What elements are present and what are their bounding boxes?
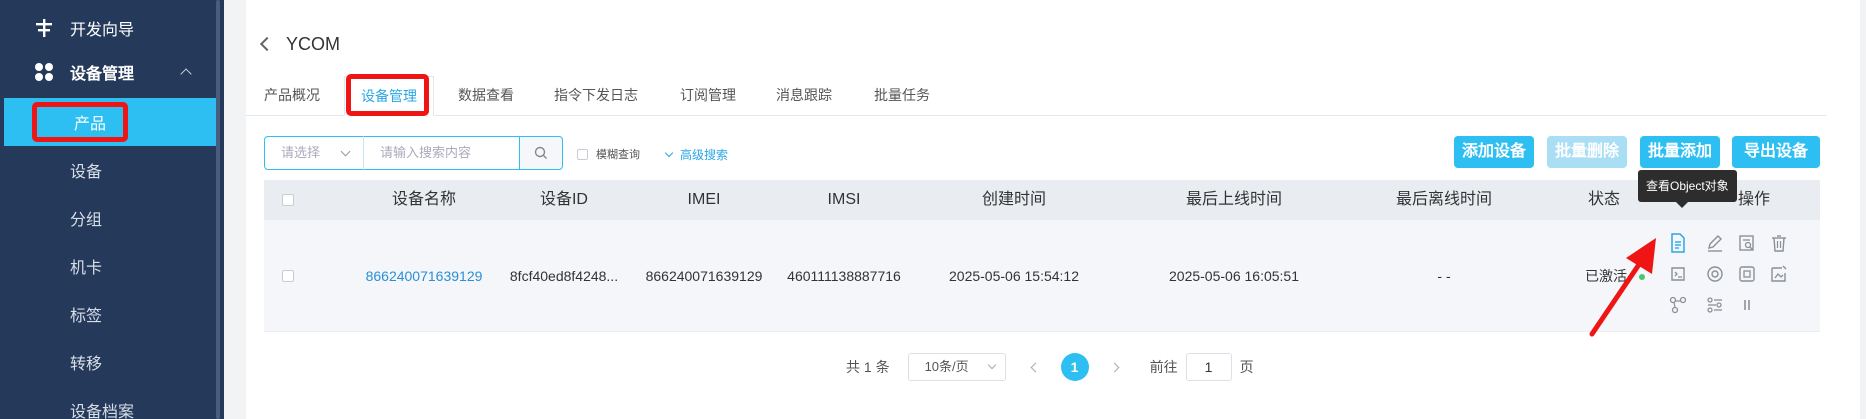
annotation-arrow (1589, 238, 1656, 337)
pause-icon[interactable] (1736, 294, 1758, 316)
tab-product-overview[interactable]: 产品概况 (264, 76, 320, 116)
tab-subscription[interactable]: 订阅管理 (680, 76, 736, 116)
highlight-device-tab (346, 74, 429, 116)
fuzzy-checkbox[interactable] (577, 148, 588, 160)
tab-data-view[interactable]: 数据查看 (458, 76, 514, 116)
chevron-down-icon (987, 360, 996, 370)
topology-icon[interactable] (1667, 294, 1689, 316)
sidebar-item-transfer[interactable]: 转移 (0, 338, 216, 386)
filter-options-icon[interactable] (1704, 294, 1726, 316)
chevron-up-icon (180, 68, 192, 80)
col-device-name: 设备名称 (391, 191, 456, 208)
page-size-select[interactable]: 10条/页 (907, 353, 1006, 381)
page-header: YCOM (256, 30, 340, 58)
prev-page-icon[interactable] (1030, 362, 1041, 372)
tab-message-trace[interactable]: 消息跟踪 (776, 76, 832, 116)
chevron-down-icon (664, 148, 674, 157)
nav-sub-label: 设备 (70, 164, 103, 181)
nav-sub-label: 机卡 (70, 260, 103, 277)
select-placeholder: 请选择 (281, 145, 321, 160)
data-icon[interactable] (1736, 263, 1758, 285)
device-last-offline: - - (1437, 268, 1451, 284)
search-input[interactable]: 请输入搜索内容 (363, 136, 520, 170)
select-all-checkbox[interactable] (282, 194, 294, 206)
search-icon (534, 146, 547, 159)
tooltip-text: 查看Object对象 (1646, 179, 1729, 193)
page-number-current[interactable]: 1 (1060, 353, 1089, 381)
tab-bar: 产品概况 设备管理 数据查看 指令下发日志 订阅管理 消息跟踪 批量任务 (246, 76, 1826, 116)
device-imsi: 460111138887716 (787, 268, 901, 284)
next-page-icon[interactable] (1109, 362, 1120, 372)
main-panel: YCOM 产品概况 设备管理 数据查看 指令下发日志 订阅管理 消息跟踪 批量任… (246, 0, 1866, 419)
table-header: 设备名称 设备ID IMEI IMSI 创建时间 最后上线时间 最后离线时间 状… (264, 180, 1820, 220)
advanced-search-link[interactable]: 高级搜索 (664, 146, 729, 163)
grid-icon (32, 60, 56, 84)
pagination: 共 1 条 10条/页 1 前往 1 页 (846, 352, 1254, 382)
delete-icon[interactable] (1768, 232, 1790, 254)
total-count: 共 1 条 (846, 359, 890, 375)
sidebar-item-group[interactable]: 分组 (0, 194, 216, 242)
nav-label: 开发向导 (70, 22, 135, 39)
col-status: 状态 (1587, 191, 1620, 208)
device-name-link[interactable]: 866240071639129 (344, 220, 504, 332)
goto-label: 前往 (1149, 359, 1178, 375)
nav-sub-label: 设备档案 (70, 404, 135, 419)
add-device-button[interactable]: 添加设备 (1454, 136, 1534, 168)
row-checkbox[interactable] (282, 270, 294, 282)
col-last-offline: 最后离线时间 (1395, 191, 1492, 208)
fuzzy-label: 模糊查询 (596, 149, 640, 161)
col-imei: IMEI (687, 191, 721, 208)
image-edit-icon[interactable] (1768, 263, 1790, 285)
device-last-online: 2025-05-06 16:05:51 (1169, 268, 1299, 284)
tab-command-log[interactable]: 指令下发日志 (554, 76, 638, 116)
nav-device-management[interactable]: 设备管理 (0, 52, 216, 92)
page-title: YCOM (286, 33, 340, 54)
sidebar: 开发向导 设备管理 产品 设备 分组 机卡 标签 转移 设备档案 (0, 0, 224, 419)
chevron-down-icon (340, 146, 351, 157)
filter-select[interactable]: 请选择 (264, 136, 364, 170)
page-size-value: 10条/页 (924, 359, 969, 374)
search-placeholder: 请输入搜索内容 (380, 145, 472, 160)
highlight-product (32, 102, 128, 142)
sliders-icon (32, 16, 56, 40)
settings-icon[interactable] (1704, 263, 1726, 285)
fuzzy-search-toggle[interactable]: 模糊查询 (577, 146, 640, 162)
nav-dev-guide[interactable]: 开发向导 (0, 8, 216, 48)
nav-sub-label: 转移 (70, 356, 103, 373)
nav-sub-label: 标签 (70, 308, 103, 325)
command-list-icon[interactable] (1667, 263, 1689, 285)
sidebar-item-device-archive[interactable]: 设备档案 (0, 386, 216, 419)
nav-label: 设备管理 (70, 66, 135, 83)
sidebar-item-device[interactable]: 设备 (0, 146, 216, 194)
batch-add-button[interactable]: 批量添加 (1640, 136, 1720, 168)
page-suffix: 页 (1239, 359, 1254, 375)
batch-delete-button[interactable]: 批量删除 (1547, 136, 1627, 168)
search-button[interactable] (519, 136, 563, 170)
view-object-icon[interactable] (1667, 232, 1689, 254)
tab-batch-task[interactable]: 批量任务 (874, 76, 930, 116)
export-device-button[interactable]: 导出设备 (1732, 136, 1820, 168)
tooltip: 查看Object对象 (1638, 170, 1737, 208)
col-last-online: 最后上线时间 (1185, 191, 1282, 208)
col-imsi: IMSI (827, 191, 861, 208)
edit-icon[interactable] (1704, 232, 1726, 254)
sidebar-item-tag[interactable]: 标签 (0, 290, 216, 338)
device-imei: 866240071639129 (645, 268, 763, 284)
toolbar: 请选择 请输入搜索内容 模糊查询 高级搜索 添加设备 批量删除 批量添加 导出设… (264, 136, 1826, 170)
right-gutter (1860, 0, 1866, 419)
col-created-time: 创建时间 (981, 191, 1046, 208)
device-created: 2025-05-06 15:54:12 (949, 268, 1079, 284)
nav-sub-label: 分组 (70, 212, 103, 229)
device-id: 8fcf40ed8f4248... (509, 268, 619, 284)
goto-page-input[interactable]: 1 (1185, 353, 1232, 381)
sidebar-item-sim[interactable]: 机卡 (0, 242, 216, 290)
back-chevron-icon[interactable] (259, 36, 275, 52)
detail-search-icon[interactable] (1736, 232, 1758, 254)
advanced-label: 高级搜索 (680, 148, 729, 162)
col-device-id: 设备ID (539, 191, 588, 208)
